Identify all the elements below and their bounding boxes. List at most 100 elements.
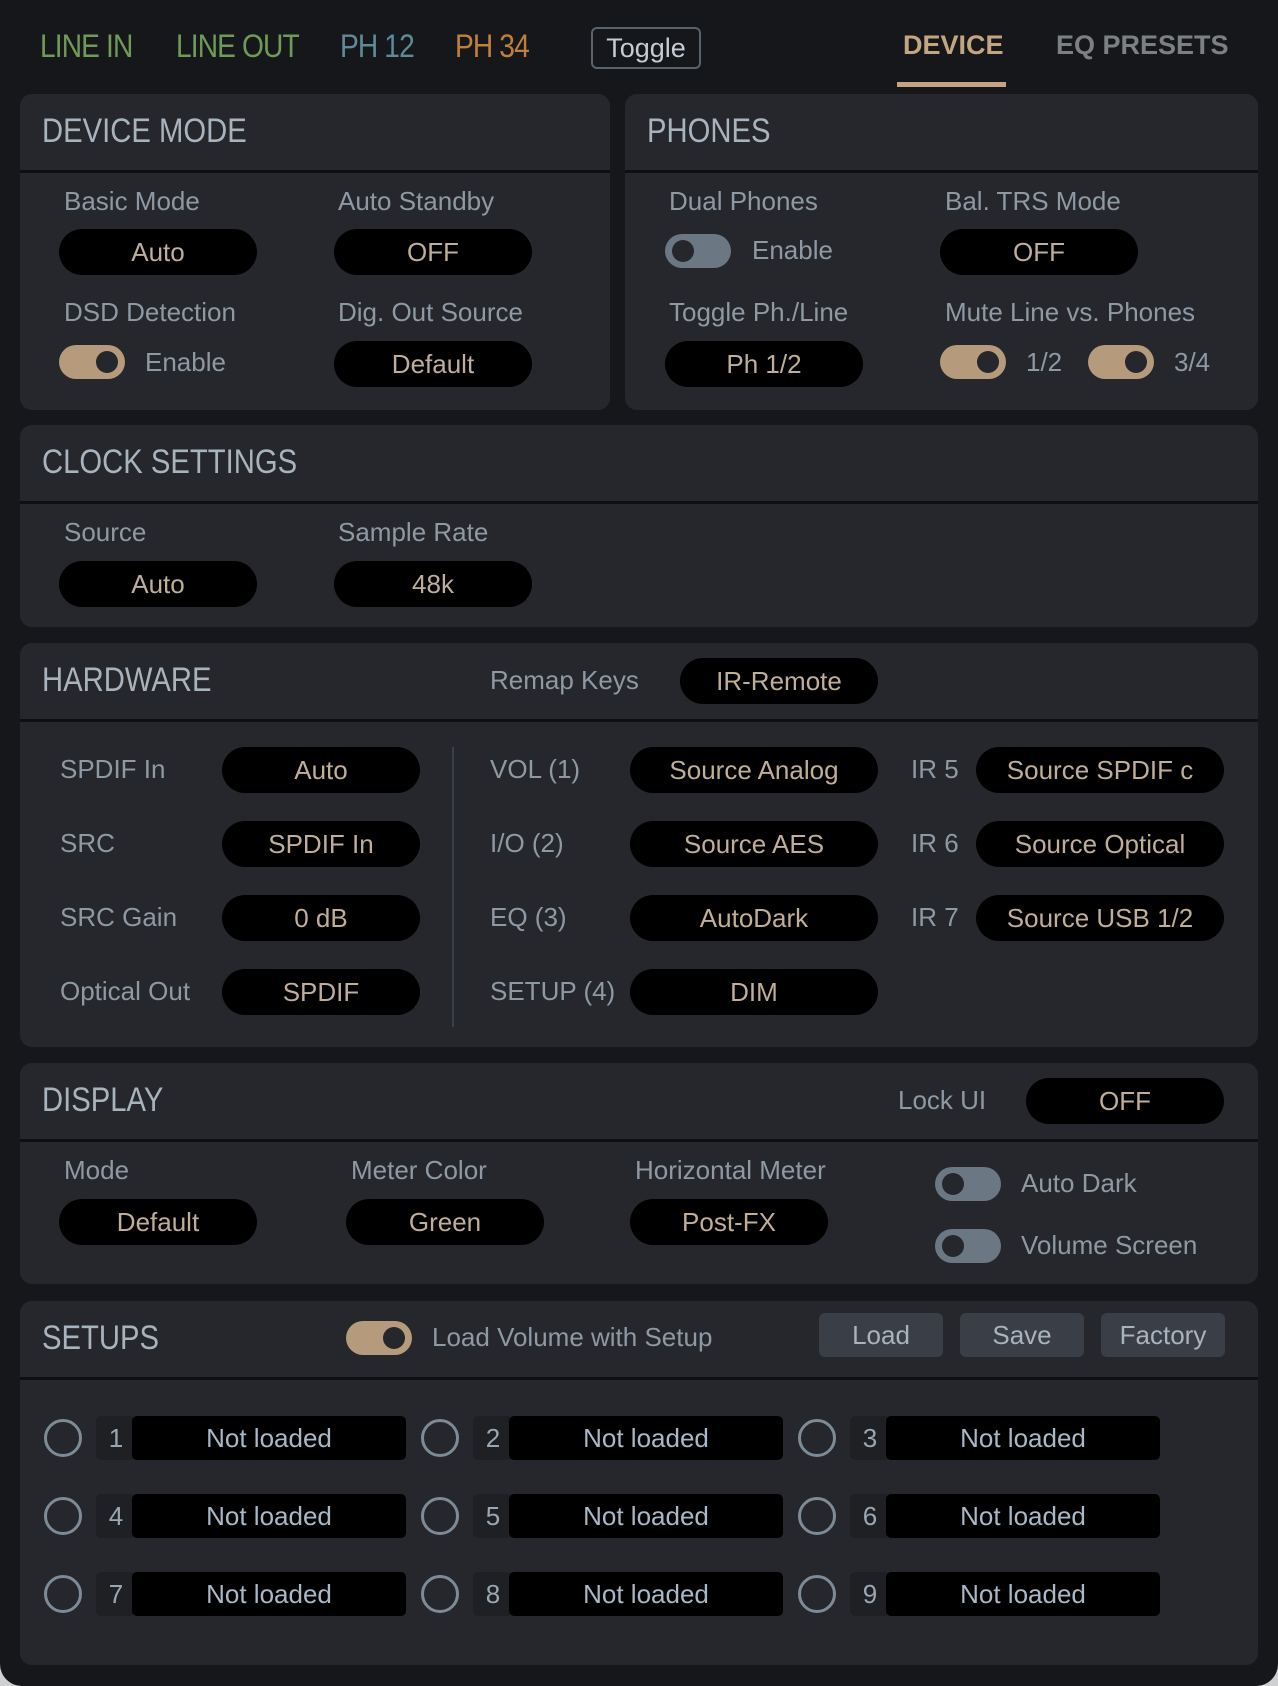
display-mode-select[interactable]: Default [59, 1199, 257, 1245]
tab-eq-presets[interactable]: EQ PRESETS [1056, 30, 1229, 61]
panel-header: SETUPS Load Volume with Setup Load Save … [20, 1301, 1258, 1380]
ir5-select[interactable]: Source SPDIF c [976, 747, 1224, 793]
setup-slot-number: 4 [96, 1494, 136, 1538]
setup-slot-name[interactable]: Not loaded [886, 1494, 1160, 1538]
switch-knob [942, 1235, 964, 1257]
panel-header: DEVICE MODE [20, 94, 610, 173]
dual-phones-switch[interactable] [665, 234, 731, 268]
dsd-detection-enable-label: Enable [145, 347, 226, 377]
setup-slot-radio[interactable] [44, 1419, 82, 1457]
setup-slot-name[interactable]: Not loaded [132, 1494, 406, 1538]
toggle-ph-line-select[interactable]: Ph 1/2 [665, 341, 863, 387]
key-setup-label: SETUP (4) [490, 976, 616, 1006]
switch-knob [977, 351, 999, 373]
key-setup-select[interactable]: DIM [630, 969, 878, 1015]
optical-out-select[interactable]: SPDIF [222, 969, 420, 1015]
mute-line-34-switch[interactable] [1088, 345, 1154, 379]
bal-trs-mode-select[interactable]: OFF [940, 229, 1138, 275]
setup-slot-number: 9 [850, 1572, 890, 1616]
panel-title: HARDWARE [42, 661, 212, 699]
setup-slot-number: 8 [473, 1572, 513, 1616]
setups-panel: SETUPS Load Volume with Setup Load Save … [20, 1301, 1258, 1665]
spdif-in-select[interactable]: Auto [222, 747, 420, 793]
remap-keys-select[interactable]: IR-Remote [680, 658, 878, 704]
setup-slot-number: 5 [473, 1494, 513, 1538]
meter-line-out[interactable]: LINE OUT [176, 28, 300, 65]
load-volume-switch[interactable] [346, 1321, 412, 1355]
setup-slot-radio[interactable] [421, 1497, 459, 1535]
meter-ph12[interactable]: PH 12 [340, 28, 415, 65]
setup-slot-name[interactable]: Not loaded [509, 1572, 783, 1616]
save-button[interactable]: Save [960, 1313, 1084, 1357]
src-select[interactable]: SPDIF In [222, 821, 420, 867]
setup-slot-number: 6 [850, 1494, 890, 1538]
display-mode-label: Mode [64, 1155, 130, 1185]
basic-mode-label: Basic Mode [64, 186, 200, 216]
mute-line-12-switch[interactable] [940, 345, 1006, 379]
meter-color-select[interactable]: Green [346, 1199, 544, 1245]
setup-slot-name[interactable]: Not loaded [132, 1572, 406, 1616]
auto-dark-switch[interactable] [935, 1167, 1001, 1201]
factory-button[interactable]: Factory [1101, 1313, 1225, 1357]
dig-out-source-select[interactable]: Default [334, 341, 532, 387]
sample-rate-select[interactable]: 48k [334, 561, 532, 607]
auto-standby-label: Auto Standby [338, 186, 495, 216]
setup-slot-number: 1 [96, 1416, 136, 1460]
ir6-select[interactable]: Source Optical [976, 821, 1224, 867]
setup-slot-radio[interactable] [798, 1497, 836, 1535]
meter-line-in[interactable]: LINE IN [40, 28, 133, 65]
clock-source-select[interactable]: Auto [59, 561, 257, 607]
horizontal-meter-select[interactable]: Post-FX [630, 1199, 828, 1245]
dig-out-source-label: Dig. Out Source [338, 297, 523, 327]
src-gain-label: SRC Gain [60, 902, 178, 932]
ir5-label: IR 5 [911, 754, 959, 784]
key-vol-select[interactable]: Source Analog [630, 747, 878, 793]
setup-slot-name[interactable]: Not loaded [509, 1494, 783, 1538]
display-panel: DISPLAY Lock UI OFF Mode Default Meter C… [20, 1063, 1258, 1284]
setup-slot-name[interactable]: Not loaded [509, 1416, 783, 1460]
optical-out-label: Optical Out [60, 976, 191, 1006]
basic-mode-select[interactable]: Auto [59, 229, 257, 275]
setup-slot-number: 7 [96, 1572, 136, 1616]
key-io-select[interactable]: Source AES [630, 821, 878, 867]
setup-slot-radio[interactable] [421, 1575, 459, 1613]
dual-phones-label: Dual Phones [669, 186, 818, 216]
active-tab-indicator [897, 82, 1006, 87]
src-gain-select[interactable]: 0 dB [222, 895, 420, 941]
setup-slot-radio[interactable] [421, 1419, 459, 1457]
toggle-button[interactable]: Toggle [591, 27, 701, 69]
setup-slot-number: 3 [850, 1416, 890, 1460]
volume-screen-switch[interactable] [935, 1229, 1001, 1263]
setup-slot-radio[interactable] [44, 1497, 82, 1535]
meter-color-label: Meter Color [351, 1155, 487, 1185]
dsd-detection-switch[interactable] [59, 345, 125, 379]
setup-slot-name[interactable]: Not loaded [886, 1416, 1160, 1460]
key-io-label: I/O (2) [490, 828, 564, 858]
phones-panel: PHONES Dual Phones Enable Bal. TRS Mode … [625, 94, 1258, 410]
clock-source-label: Source [64, 517, 147, 547]
panel-header: PHONES [625, 94, 1258, 173]
meter-ph34[interactable]: PH 34 [455, 28, 530, 65]
setup-slot-radio[interactable] [44, 1575, 82, 1613]
tab-device[interactable]: DEVICE [903, 30, 1004, 61]
setup-slot-radio[interactable] [798, 1575, 836, 1613]
key-eq-select[interactable]: AutoDark [630, 895, 878, 941]
setup-slot-name[interactable]: Not loaded [886, 1572, 1160, 1616]
ir7-select[interactable]: Source USB 1/2 [976, 895, 1224, 941]
load-volume-label: Load Volume with Setup [432, 1322, 713, 1352]
switch-knob [383, 1327, 405, 1349]
auto-standby-select[interactable]: OFF [334, 229, 532, 275]
setup-slot-name[interactable]: Not loaded [132, 1416, 406, 1460]
top-bar: LINE IN LINE OUT PH 12 PH 34 Toggle DEVI… [0, 0, 1278, 92]
load-button[interactable]: Load [819, 1313, 943, 1357]
device-mode-panel: DEVICE MODE Basic Mode Auto Auto Standby… [20, 94, 610, 410]
setup-slot-radio[interactable] [798, 1419, 836, 1457]
remap-keys-label: Remap Keys [490, 665, 639, 695]
app-window: LINE IN LINE OUT PH 12 PH 34 Toggle DEVI… [0, 0, 1278, 1686]
clock-settings-panel: CLOCK SETTINGS Source Auto Sample Rate 4… [20, 425, 1258, 627]
lock-ui-select[interactable]: OFF [1026, 1078, 1224, 1124]
ir6-label: IR 6 [911, 828, 959, 858]
panel-header: HARDWARE Remap Keys IR-Remote [20, 643, 1258, 722]
switch-knob [96, 351, 118, 373]
panel-title: PHONES [647, 112, 771, 150]
